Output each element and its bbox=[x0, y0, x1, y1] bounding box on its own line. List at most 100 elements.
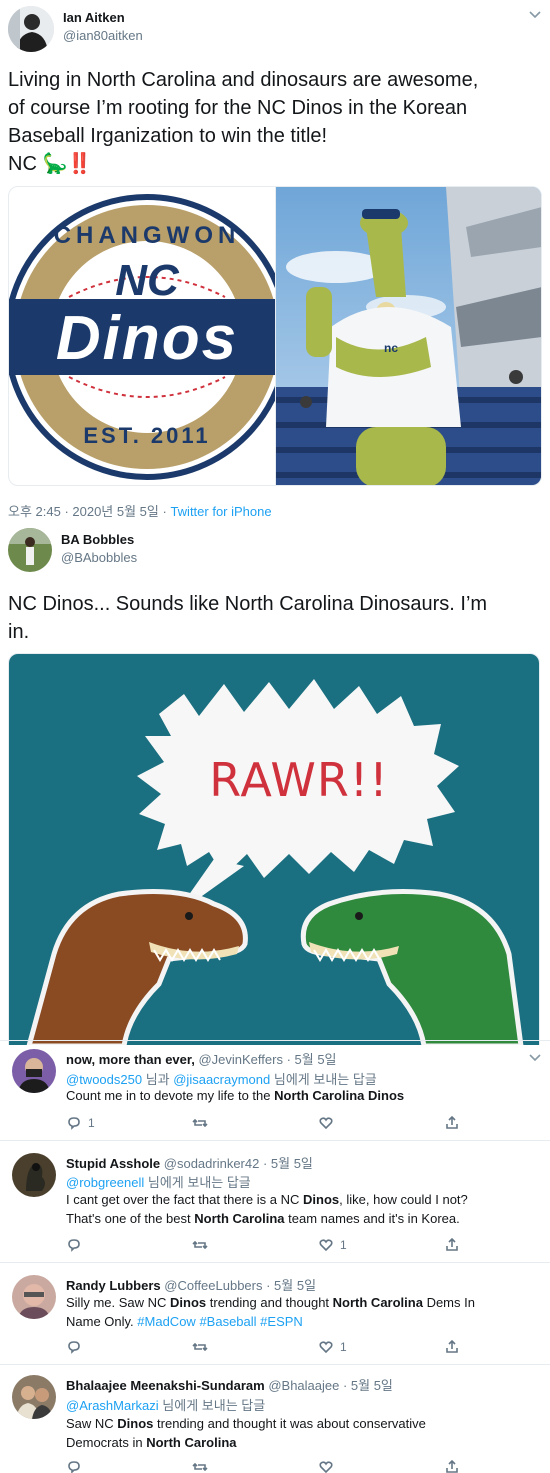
body-text: Dems In bbox=[422, 1295, 475, 1310]
retweet-button[interactable] bbox=[192, 1115, 208, 1131]
svg-text:nc: nc bbox=[384, 341, 398, 355]
author-name[interactable]: Ian Aitken bbox=[63, 10, 125, 25]
reply-body: Silly me. Saw NC Dinos trending and thou… bbox=[66, 1293, 536, 1331]
tweet-ba-bobbles: BA Bobbles @BAbobbles NC Dinos... Sounds… bbox=[0, 520, 550, 1045]
reply-header: Stupid Asshole @sodadrinker42 · 5월 5일 bbox=[66, 1153, 313, 1172]
reply-header: now, more than ever, @JevinKeffers · 5월 … bbox=[66, 1049, 337, 1068]
author-handle[interactable]: @BAbobbles bbox=[61, 550, 137, 565]
reply-author-handle[interactable]: @CoffeeLubbers · 5월 5일 bbox=[164, 1278, 316, 1293]
body-highlight: North Carolina bbox=[332, 1295, 423, 1310]
body-highlight: Dinos bbox=[303, 1192, 340, 1207]
hashtag-link[interactable]: #MadCow bbox=[137, 1314, 196, 1329]
reply-body: Count me in to devote my life to the Nor… bbox=[66, 1086, 536, 1105]
author-handle[interactable]: @ian80aitken bbox=[63, 28, 143, 43]
reply-actions bbox=[66, 1459, 486, 1473]
replying-to: @ArashMarkazi 님에게 보내는 답글 bbox=[66, 1395, 265, 1414]
hashtag-link[interactable]: #Baseball bbox=[199, 1314, 256, 1329]
reply-icon bbox=[68, 1461, 80, 1473]
tweet-source-link[interactable]: Twitter for iPhone bbox=[170, 504, 271, 519]
bubble-text: RAWR!! bbox=[209, 753, 388, 807]
heart-icon bbox=[319, 1461, 333, 1473]
avatar[interactable] bbox=[8, 528, 52, 572]
like-button[interactable]: 1 bbox=[318, 1237, 347, 1253]
reply-author-handle[interactable]: @Bhalaajee · 5월 5일 bbox=[268, 1378, 393, 1393]
reply-tweet[interactable]: now, more than ever, @JevinKeffers · 5월 … bbox=[0, 1040, 550, 1140]
tweet-text-line: in. bbox=[8, 621, 30, 643]
avatar[interactable] bbox=[12, 1375, 56, 1419]
reply-button[interactable] bbox=[66, 1339, 88, 1355]
reply-tweet[interactable]: Randy Lubbers @CoffeeLubbers · 5월 5일 Sil… bbox=[0, 1262, 550, 1364]
retweet-icon bbox=[192, 1342, 208, 1352]
share-icon bbox=[446, 1115, 458, 1129]
reply-author-name[interactable]: now, more than ever, bbox=[66, 1052, 195, 1067]
reply-icon bbox=[68, 1239, 80, 1252]
avatar[interactable] bbox=[12, 1275, 56, 1319]
body-text: trending and thought it was about conser… bbox=[153, 1416, 426, 1431]
body-text: , like, how could I not? bbox=[339, 1192, 468, 1207]
reply-button[interactable] bbox=[66, 1459, 88, 1473]
replying-text: 님에게 보내는 답글 bbox=[144, 1175, 251, 1190]
chevron-down-icon[interactable] bbox=[528, 8, 542, 23]
replying-text: 님과 bbox=[142, 1072, 174, 1087]
hashtag-link[interactable]: #ESPN bbox=[260, 1314, 303, 1329]
replying-text: 님에게 보내는 답글 bbox=[270, 1072, 377, 1087]
retweet-button[interactable] bbox=[192, 1237, 208, 1253]
reply-actions: 1 bbox=[66, 1339, 486, 1357]
reply-author-name[interactable]: Randy Lubbers bbox=[66, 1278, 161, 1293]
body-text: Democrats in bbox=[66, 1435, 147, 1450]
body-text: That's one of the best bbox=[66, 1211, 195, 1226]
retweet-button[interactable] bbox=[192, 1339, 208, 1355]
like-button[interactable] bbox=[318, 1115, 340, 1131]
avatar[interactable] bbox=[12, 1049, 56, 1093]
body-text: Name Only. bbox=[66, 1314, 138, 1329]
reply-count: 1 bbox=[88, 1116, 95, 1130]
chevron-down-icon[interactable] bbox=[528, 1051, 542, 1066]
body-text: Silly me. Saw NC bbox=[66, 1295, 171, 1310]
reply-body: I cant get over the fact that there is a… bbox=[66, 1190, 536, 1228]
share-button[interactable] bbox=[444, 1339, 460, 1355]
avatar[interactable] bbox=[12, 1153, 56, 1197]
body-text: Count me in to devote my life to the bbox=[66, 1088, 275, 1103]
reply-icon bbox=[68, 1117, 80, 1130]
like-button[interactable]: 1 bbox=[318, 1339, 347, 1355]
retweet-icon bbox=[192, 1118, 208, 1128]
tweet-text-line: of course I’m rooting for the NC Dinos i… bbox=[8, 97, 468, 119]
like-count: 1 bbox=[340, 1238, 347, 1252]
avatar[interactable] bbox=[8, 6, 54, 52]
tweet-ian-aitken: Ian Aitken @ian80aitken Living in North … bbox=[0, 0, 550, 520]
reply-button[interactable] bbox=[66, 1237, 88, 1253]
share-button[interactable] bbox=[444, 1459, 460, 1473]
share-icon bbox=[446, 1339, 458, 1353]
replying-text: 님에게 보내는 답글 bbox=[158, 1398, 266, 1413]
mention-link[interactable]: @ArashMarkazi bbox=[66, 1398, 159, 1413]
reply-author-name[interactable]: Bhalaajee Meenakshi-Sundaram bbox=[66, 1378, 265, 1393]
reply-button[interactable]: 1 bbox=[66, 1115, 95, 1131]
rawr-dinosaurs-image[interactable]: RAWR!! bbox=[8, 653, 540, 1045]
reply-author-name[interactable]: Stupid Asshole bbox=[66, 1156, 160, 1171]
nc-dinos-logo-image[interactable]: CHANGWON NC Dinos EST. 2011 bbox=[8, 186, 276, 486]
tweet-text-line: NC 🦕‼️ bbox=[8, 153, 93, 175]
body-highlight: Dinos bbox=[170, 1295, 207, 1310]
reply-author-handle[interactable]: @JevinKeffers · 5월 5일 bbox=[198, 1052, 336, 1067]
reply-tweet[interactable]: Bhalaajee Meenakshi-Sundaram @Bhalaajee … bbox=[0, 1364, 550, 1473]
share-icon bbox=[446, 1237, 458, 1251]
like-button[interactable] bbox=[318, 1459, 340, 1473]
mention-link[interactable]: @jisaacraymond bbox=[173, 1072, 270, 1087]
heart-icon bbox=[319, 1117, 333, 1130]
logo-dinos-word: Dinos bbox=[56, 304, 238, 373]
retweet-button[interactable] bbox=[192, 1459, 208, 1473]
share-button[interactable] bbox=[444, 1115, 460, 1131]
mention-link[interactable]: @robgreenell bbox=[66, 1175, 144, 1190]
mascot-photo[interactable]: nc bbox=[276, 186, 542, 486]
reply-tweet[interactable]: Stupid Asshole @sodadrinker42 · 5월 5일 @r… bbox=[0, 1140, 550, 1262]
timestamp-text[interactable]: 오후 2:45 · 2020년 5월 5일 · bbox=[8, 504, 170, 519]
author-name[interactable]: BA Bobbles bbox=[61, 532, 134, 547]
mention-link[interactable]: @twoods250 bbox=[66, 1072, 142, 1087]
tweet-timestamp[interactable]: 오후 2:45 · 2020년 5월 5일 · Twitter for iPho… bbox=[8, 501, 272, 520]
body-text: trending and thought bbox=[206, 1295, 333, 1310]
share-button[interactable] bbox=[444, 1237, 460, 1253]
tweet-text-line: Baseball Irganization to win the title! bbox=[8, 125, 328, 147]
reply-author-handle[interactable]: @sodadrinker42 · 5월 5일 bbox=[164, 1156, 313, 1171]
body-highlight: Dinos bbox=[117, 1416, 154, 1431]
reply-header: Bhalaajee Meenakshi-Sundaram @Bhalaajee … bbox=[66, 1375, 393, 1394]
